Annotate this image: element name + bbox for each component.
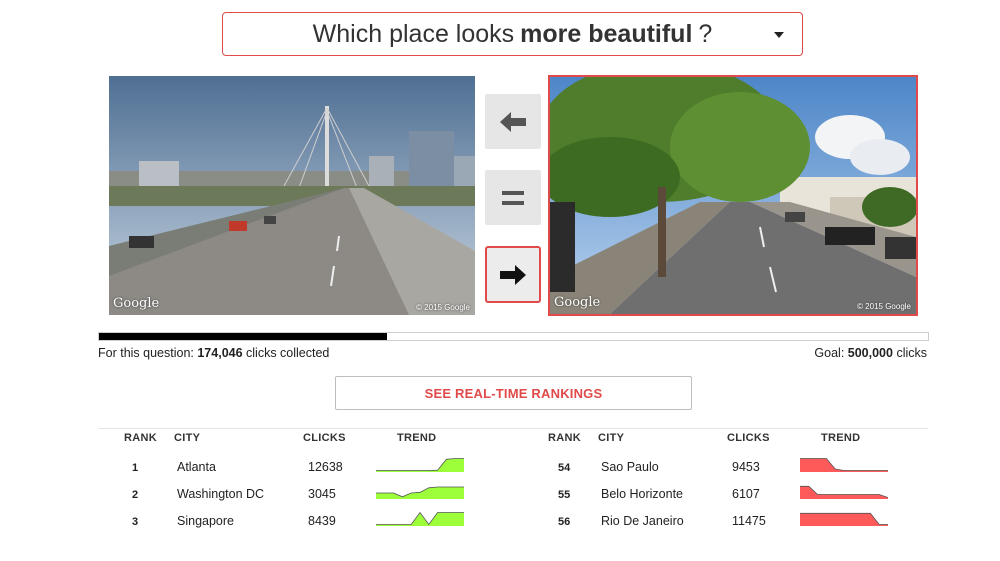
trend-sparkline — [376, 458, 464, 472]
city-name[interactable]: Belo Horizonte — [601, 487, 683, 501]
trend-area — [800, 513, 888, 526]
clicks-collected-label: For this question: — [98, 346, 198, 360]
clicks-value: 12638 — [308, 460, 343, 474]
image-copyright: © 2015 Google — [857, 302, 911, 311]
caret-down-icon — [774, 32, 784, 38]
goal-suffix: clicks — [892, 346, 927, 360]
trend-area — [800, 458, 888, 472]
city-name[interactable]: Washington DC — [177, 487, 264, 501]
trend-area — [376, 512, 464, 526]
divider — [98, 428, 928, 429]
google-watermark: Google — [113, 296, 160, 311]
clicks-value: 11475 — [732, 514, 766, 528]
clicks-collected-count: 174,046 — [197, 346, 243, 360]
google-watermark: Google — [554, 295, 601, 310]
clicks-collected-text: For this question: 174,046 clicks collec… — [98, 346, 329, 360]
trend-sparkline — [800, 458, 888, 472]
arrow-left-icon — [500, 111, 526, 132]
question-suffix: ? — [698, 19, 713, 48]
question-dropdown[interactable]: Which place looks more beautiful ? — [222, 12, 803, 56]
rank-value: 2 — [132, 489, 139, 501]
clicks-value: 9453 — [732, 460, 760, 474]
rank-value: 56 — [558, 516, 571, 528]
trend-area — [376, 458, 464, 472]
city-name[interactable]: Rio De Janeiro — [601, 514, 684, 528]
header-clicks: CLICKS — [303, 432, 346, 444]
header-trend: TREND — [397, 432, 437, 444]
clicks-value: 8439 — [308, 514, 336, 528]
header-city: CITY — [174, 432, 201, 444]
goal-text: Goal: 500,000 clicks — [814, 346, 927, 360]
image-copyright: © 2015 Google — [416, 303, 470, 312]
ranking-row: 2 Washington DC 3045 — [98, 483, 498, 509]
header-city: CITY — [598, 432, 625, 444]
trend-sparkline — [376, 486, 464, 499]
ranking-row: 56 Rio De Janeiro 11475 — [522, 510, 922, 536]
street-trees-photo — [550, 77, 916, 314]
header-rank: RANK — [548, 432, 581, 444]
clicks-value: 6107 — [732, 487, 760, 501]
ranking-row: 55 Belo Horizonte 6107 — [522, 483, 922, 509]
equals-icon — [502, 190, 524, 205]
trend-sparkline — [800, 485, 888, 499]
ranking-row: 54 Sao Paulo 9453 — [522, 456, 922, 482]
question-prefix: Which place looks — [312, 19, 515, 48]
see-rankings-button[interactable]: SEE REAL-TIME RANKINGS — [335, 376, 692, 410]
rank-value: 1 — [132, 462, 139, 474]
right-place-image[interactable]: Google © 2015 Google — [548, 75, 918, 316]
progress-fill — [99, 333, 388, 340]
header-clicks: CLICKS — [727, 432, 770, 444]
left-place-image[interactable]: Google © 2015 Google — [109, 76, 475, 315]
header-trend: TREND — [821, 432, 861, 444]
question-text: Which place looks more beautiful ? — [313, 20, 713, 49]
clicks-collected-suffix: clicks collected — [242, 346, 330, 360]
arrow-right-icon — [500, 264, 526, 285]
ranking-row: 1 Atlanta 12638 — [98, 456, 498, 482]
ranking-row: 3 Singapore 8439 — [98, 510, 498, 536]
clicks-progress-bar — [98, 332, 929, 341]
trend-area — [800, 486, 888, 499]
goal-count: 500,000 — [847, 346, 893, 360]
trend-sparkline — [800, 512, 888, 526]
rank-value: 54 — [558, 462, 571, 474]
vote-left-button[interactable] — [485, 94, 541, 149]
rank-value: 3 — [132, 516, 139, 528]
question-criterion: more beautiful — [520, 19, 693, 48]
trend-sparkline — [376, 511, 464, 526]
goal-label: Goal: — [814, 346, 848, 360]
city-name[interactable]: Singapore — [177, 514, 234, 528]
vote-right-button[interactable] — [485, 246, 541, 303]
street-highway-bridge-photo — [109, 76, 475, 315]
vote-equal-button[interactable] — [485, 170, 541, 225]
city-name[interactable]: Atlanta — [177, 460, 216, 474]
header-rank: RANK — [124, 432, 157, 444]
city-name[interactable]: Sao Paulo — [601, 460, 659, 474]
clicks-value: 3045 — [308, 487, 336, 501]
rank-value: 55 — [558, 489, 571, 501]
